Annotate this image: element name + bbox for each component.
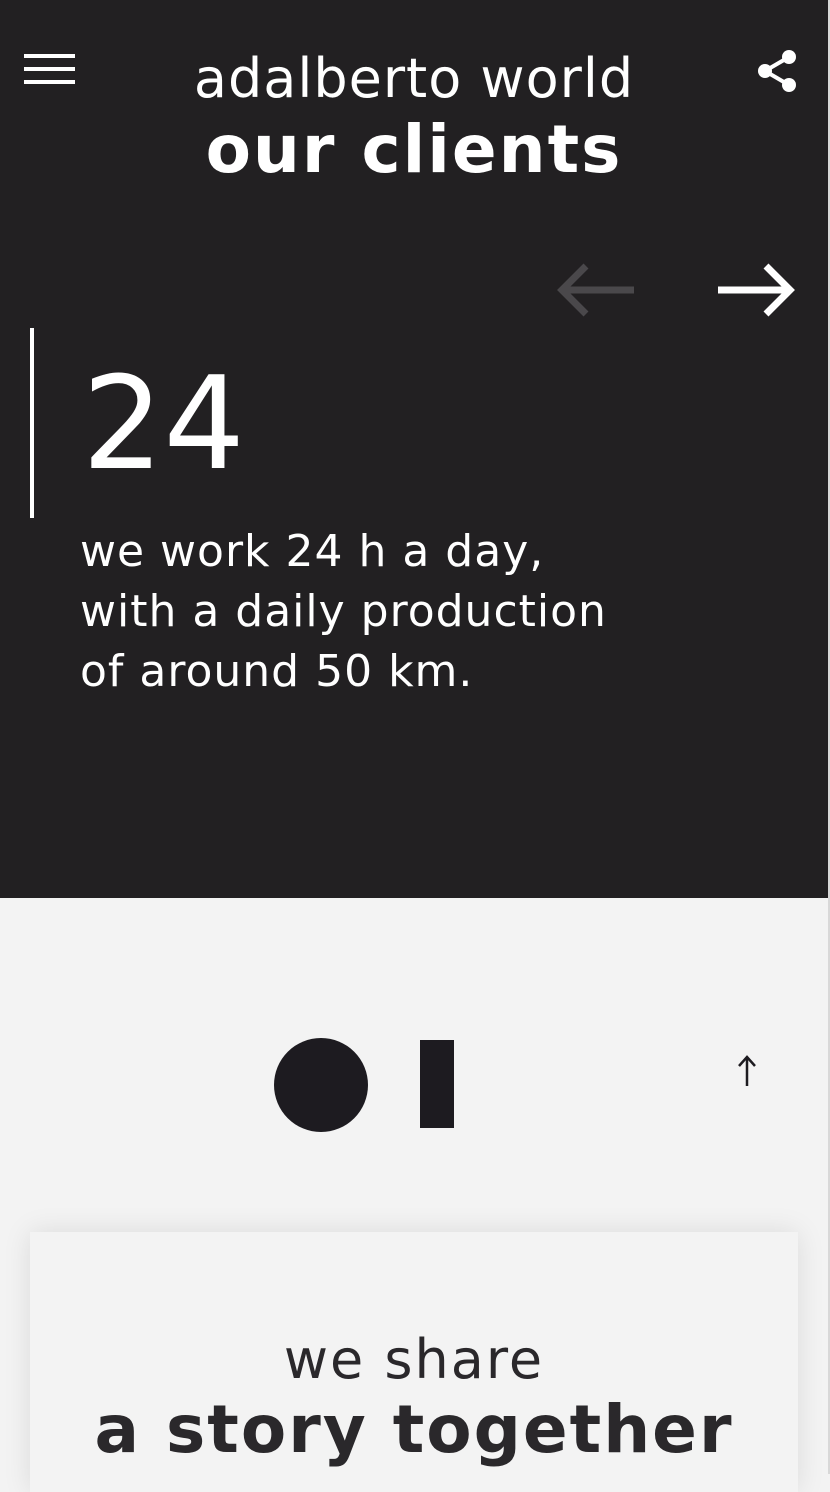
arrow-right-icon <box>718 263 795 317</box>
stat-divider <box>30 328 34 518</box>
logo-bar-shape <box>420 1040 454 1128</box>
story-card: we share a story together <box>30 1232 798 1492</box>
previous-slide-button[interactable] <box>554 258 638 322</box>
arrow-left-icon <box>557 263 634 317</box>
stat-number: 24 <box>82 350 245 499</box>
page-title: our clients <box>205 111 623 188</box>
brand-logo[interactable] <box>272 1036 458 1134</box>
logo-circle-shape <box>274 1038 368 1132</box>
share-button[interactable] <box>754 48 800 94</box>
site-name[interactable]: adalberto world <box>100 46 728 112</box>
story-title: a story together <box>94 1391 734 1468</box>
menu-button[interactable] <box>24 52 76 88</box>
next-slide-button[interactable] <box>714 258 798 322</box>
arrow-up-icon <box>738 1055 756 1086</box>
hero-section: adalberto world our clients 24 we work 2… <box>0 0 828 898</box>
scroll-to-top-button[interactable] <box>730 1050 764 1094</box>
story-subtitle: we share <box>283 1328 545 1391</box>
stat-description: we work 24 h a day, with a daily product… <box>80 526 607 697</box>
share-icon <box>758 50 796 92</box>
